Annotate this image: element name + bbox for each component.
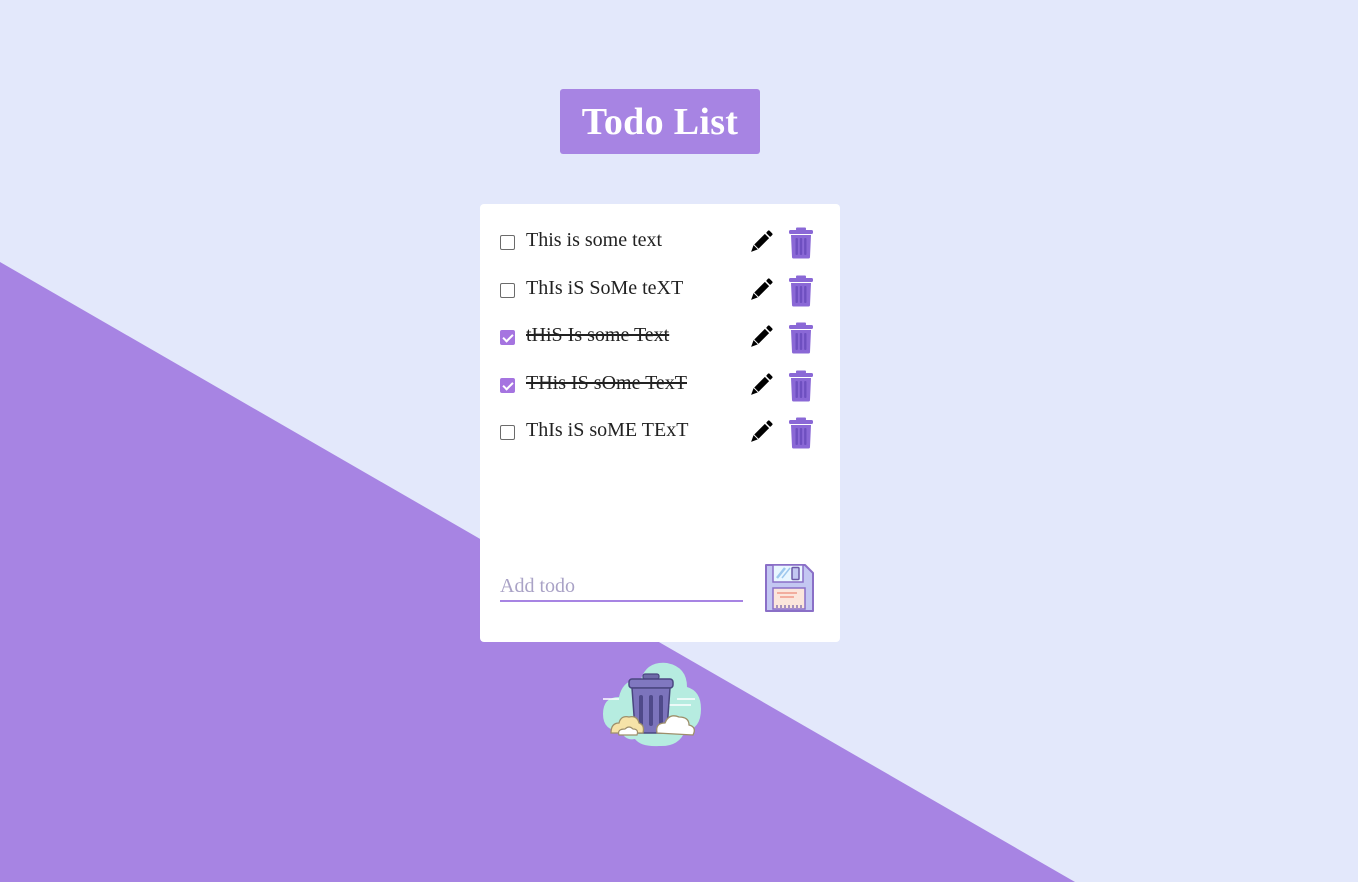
- todo-item: ThIs iS SoMe teXT: [480, 267, 840, 315]
- add-todo-row: [500, 562, 820, 616]
- add-todo-input[interactable]: [500, 572, 743, 602]
- pencil-icon: [751, 372, 773, 395]
- trash-can-icon: [789, 227, 813, 259]
- clear-all-button[interactable]: [597, 659, 703, 749]
- trash-can-icon: [789, 417, 813, 449]
- pencil-icon: [751, 230, 773, 252]
- trash-can-icon: [789, 370, 813, 401]
- todo-checkbox[interactable]: [500, 425, 515, 440]
- pencil-icon: [751, 277, 773, 300]
- todo-text: ThIs iS SoMe teXT: [526, 276, 684, 299]
- edit-button[interactable]: [746, 322, 776, 352]
- page-title-banner: Todo List: [560, 89, 760, 154]
- todo-item: THis IS sOme TexT: [480, 362, 840, 410]
- todo-text: THis IS sOme TexT: [526, 371, 687, 394]
- trash-can-icon: [789, 275, 813, 306]
- delete-button[interactable]: [786, 227, 816, 259]
- edit-button[interactable]: [746, 370, 776, 400]
- trash-can-icon: [789, 322, 813, 354]
- todo-checkbox[interactable]: [500, 330, 515, 345]
- page-title: Todo List: [581, 100, 739, 143]
- todo-checkbox[interactable]: [500, 377, 515, 393]
- todo-checkbox[interactable]: [500, 282, 515, 298]
- edit-button[interactable]: [746, 275, 776, 305]
- todo-list: This is some text ThIs iS SoMe teXT tHiS…: [480, 219, 840, 457]
- todo-text: This is some text: [526, 229, 663, 251]
- todo-text: tHiS Is some Text: [526, 324, 670, 346]
- todo-item: This is some text: [480, 219, 840, 267]
- edit-button[interactable]: [746, 227, 776, 257]
- trash-bin-cloud-icon: [603, 662, 701, 747]
- delete-button[interactable]: [786, 370, 816, 402]
- todo-card: This is some text ThIs iS SoMe teXT tHiS…: [480, 204, 840, 642]
- floppy-disk-icon: [765, 564, 814, 612]
- delete-button[interactable]: [786, 322, 816, 354]
- save-button[interactable]: [763, 562, 815, 614]
- delete-button[interactable]: [786, 275, 816, 307]
- todo-checkbox[interactable]: [500, 235, 515, 250]
- todo-item: ThIs iS soME TExT: [480, 409, 840, 457]
- edit-button[interactable]: [746, 417, 776, 447]
- todo-text: ThIs iS soME TExT: [526, 419, 689, 441]
- pencil-icon: [751, 325, 773, 347]
- pencil-icon: [751, 420, 773, 442]
- delete-button[interactable]: [786, 417, 816, 449]
- todo-item: tHiS Is some Text: [480, 314, 840, 362]
